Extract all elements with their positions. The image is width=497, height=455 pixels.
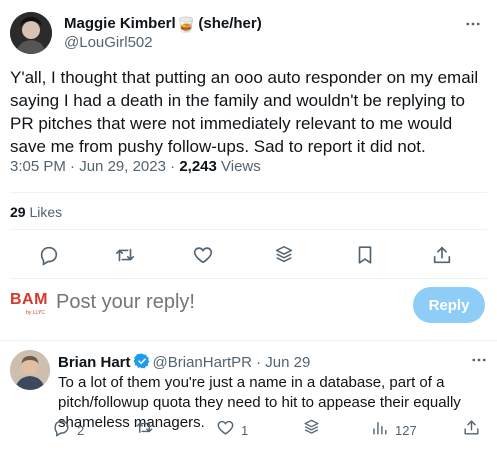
verified-badge-icon — [133, 352, 151, 374]
whiskey-glass-icon: 🥃 — [176, 17, 196, 34]
reply-reply-count: 2 — [77, 422, 85, 438]
reply-composer: BAM by LLYC Reply — [0, 282, 497, 338]
post-date[interactable]: Jun 29, 2023 — [79, 158, 166, 175]
reply-icon[interactable] — [36, 242, 62, 268]
reply-input[interactable] — [56, 291, 356, 314]
post-time[interactable]: 3:05 PM — [10, 158, 66, 175]
likes-row[interactable]: 29 Likes — [10, 204, 62, 220]
divider — [10, 278, 487, 279]
reply-button[interactable]: Reply — [413, 287, 485, 323]
meta-separator: · — [65, 158, 80, 175]
reply-view-count: 127 — [395, 422, 417, 438]
bam-logo: BAM by LLYC — [10, 291, 50, 327]
views-label: Views — [216, 158, 261, 175]
divider — [10, 229, 487, 230]
share-icon[interactable] — [429, 242, 455, 268]
reply-like-count: 1 — [241, 422, 249, 438]
bam-logo-text: BAM — [10, 291, 48, 308]
reply-author-handle[interactable]: @BrianHartPR — [153, 354, 252, 371]
reply-retweet-button[interactable] — [135, 418, 154, 442]
author-pronouns: (she/her) — [198, 15, 262, 32]
post-header: Maggie Kimberl🥃 (she/her) @LouGirl502 — [10, 10, 487, 56]
author-name-text: Maggie Kimberl — [64, 15, 176, 32]
likes-label: Likes — [25, 204, 63, 220]
stack-icon[interactable] — [271, 242, 297, 268]
reply-like-button[interactable]: 1 — [216, 418, 248, 442]
divider — [10, 192, 487, 193]
retweet-icon — [135, 418, 154, 442]
reply-author-avatar[interactable] — [10, 350, 50, 390]
reply-action-bar: 2 1 127 — [0, 418, 497, 442]
reply-share-button[interactable] — [462, 418, 481, 442]
like-icon — [216, 418, 235, 442]
reply-separator: · — [251, 354, 266, 371]
divider — [0, 340, 497, 341]
analytics-icon — [370, 418, 389, 442]
more-options-icon[interactable] — [461, 12, 485, 36]
reply-views-button[interactable]: 127 — [370, 418, 417, 442]
meta-separator: · — [165, 158, 180, 175]
post-text: Y'all, I thought that putting an ooo aut… — [10, 68, 479, 156]
reply-author-name[interactable]: Brian Hart — [58, 354, 131, 371]
bookmark-icon[interactable] — [352, 242, 378, 268]
author-name[interactable]: Maggie Kimberl🥃 (she/her) — [64, 15, 262, 34]
post-meta: 3:05 PM · Jun 29, 2023 · 2,243 Views — [10, 158, 261, 175]
like-icon[interactable] — [190, 242, 216, 268]
reply-icon — [52, 418, 71, 442]
author-handle[interactable]: @LouGirl502 — [64, 34, 153, 51]
views-count: 2,243 — [179, 158, 217, 175]
reply-header: Brian Hart @BrianHartPR · Jun 29 — [58, 352, 310, 374]
bam-logo-sub: by LLYC — [26, 310, 45, 316]
reply-post[interactable]: Brian Hart @BrianHartPR · Jun 29 To a lot… — [0, 344, 497, 455]
reply-stack-button[interactable] — [302, 418, 321, 442]
stack-icon — [302, 418, 321, 442]
likes-count: 29 — [10, 204, 26, 220]
retweet-icon[interactable] — [112, 242, 138, 268]
share-icon — [462, 418, 481, 442]
post-action-bar — [0, 238, 497, 272]
author-avatar[interactable] — [10, 12, 52, 54]
reply-reply-button[interactable]: 2 — [52, 418, 84, 442]
reply-more-options-icon[interactable] — [467, 348, 491, 372]
reply-date[interactable]: Jun 29 — [265, 354, 310, 371]
